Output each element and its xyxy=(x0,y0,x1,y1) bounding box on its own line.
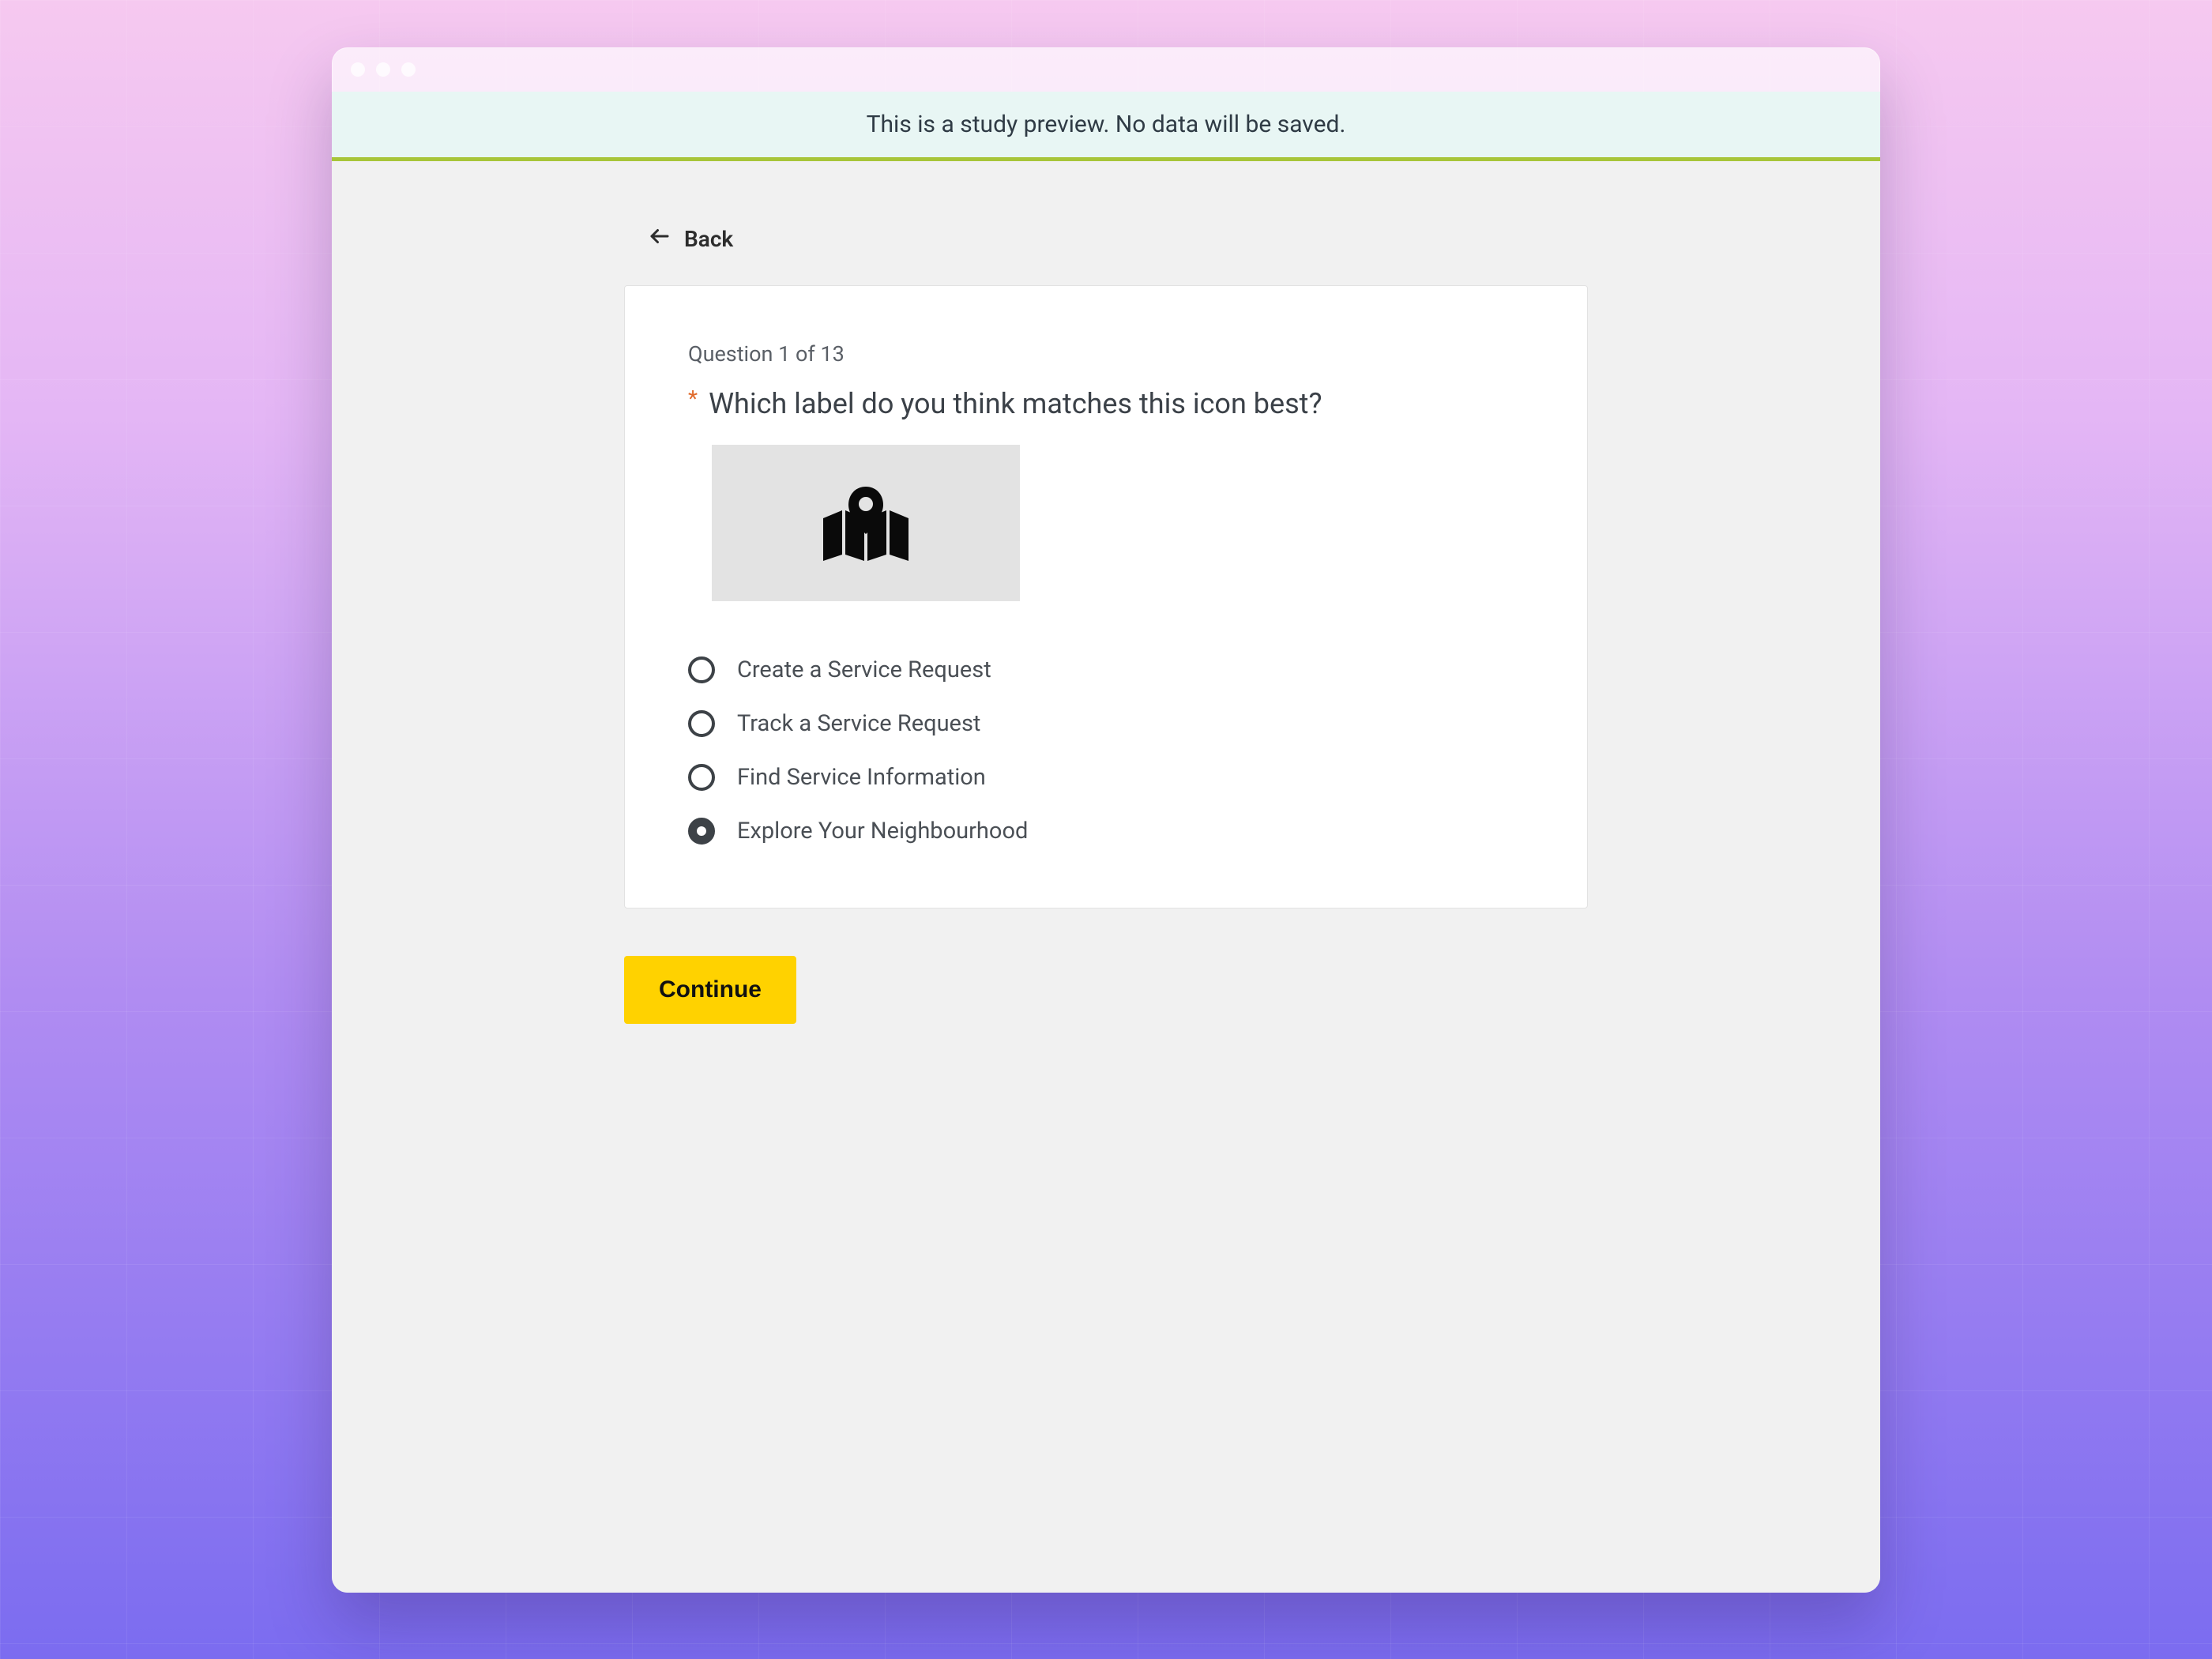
question-counter: Question 1 of 13 xyxy=(688,341,1524,367)
radio-icon xyxy=(688,710,715,737)
option-label: Find Service Information xyxy=(737,764,986,791)
window-titlebar xyxy=(332,47,1880,92)
required-indicator: * xyxy=(688,386,698,412)
back-button[interactable]: Back xyxy=(624,209,741,285)
window-control-zoom[interactable] xyxy=(401,62,416,77)
option-track-service-request[interactable]: Track a Service Request xyxy=(688,710,1524,737)
question-icon-tile xyxy=(712,445,1020,601)
option-label: Track a Service Request xyxy=(737,710,980,737)
question-text: Which label do you think matches this ic… xyxy=(709,386,1322,423)
content-wrap: Back Question 1 of 13 * Which label do y… xyxy=(592,161,1620,1055)
browser-window: This is a study preview. No data will be… xyxy=(332,47,1880,1593)
back-label: Back xyxy=(684,226,733,252)
radio-icon-selected xyxy=(688,818,715,845)
option-find-service-information[interactable]: Find Service Information xyxy=(688,764,1524,791)
question-row: * Which label do you think matches this … xyxy=(688,386,1524,423)
continue-label: Continue xyxy=(659,976,762,1003)
options-list: Create a Service Request Track a Service… xyxy=(688,656,1524,845)
map-marker-icon xyxy=(818,482,913,564)
question-card: Question 1 of 13 * Which label do you th… xyxy=(624,285,1588,908)
preview-banner-text: This is a study preview. No data will be… xyxy=(867,111,1346,138)
app-body: This is a study preview. No data will be… xyxy=(332,92,1880,1593)
option-label: Create a Service Request xyxy=(737,656,991,683)
window-control-close[interactable] xyxy=(351,62,365,77)
radio-icon xyxy=(688,656,715,683)
option-explore-your-neighbourhood[interactable]: Explore Your Neighbourhood xyxy=(688,818,1524,845)
preview-banner: This is a study preview. No data will be… xyxy=(332,92,1880,161)
option-label: Explore Your Neighbourhood xyxy=(737,818,1028,845)
radio-icon xyxy=(688,764,715,791)
option-create-service-request[interactable]: Create a Service Request xyxy=(688,656,1524,683)
arrow-left-icon xyxy=(648,224,672,254)
continue-button[interactable]: Continue xyxy=(624,956,796,1024)
window-control-minimize[interactable] xyxy=(376,62,390,77)
